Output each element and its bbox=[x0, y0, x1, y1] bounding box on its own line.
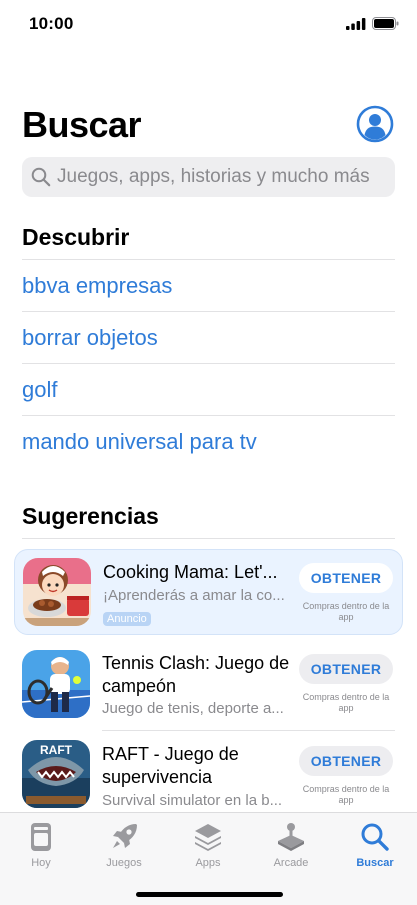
search-icon bbox=[31, 167, 51, 187]
raft-logo-text: RAFT bbox=[40, 743, 73, 757]
app-row[interactable]: Tennis Clash: Juego de campeón Juego de … bbox=[0, 648, 417, 728]
app-row-ad[interactable]: Cooking Mama: Let'... ¡Aprenderás a amar… bbox=[14, 549, 403, 635]
discover-item[interactable]: mando universal para tv bbox=[22, 429, 257, 455]
rocket-icon bbox=[113, 824, 137, 848]
get-button[interactable]: OBTENER bbox=[299, 654, 393, 684]
in-app-purchases-note: Compras dentro de la app bbox=[302, 692, 390, 713]
get-button[interactable]: OBTENER bbox=[299, 563, 393, 593]
divider bbox=[22, 259, 395, 260]
home-indicator bbox=[136, 892, 283, 897]
today-icon bbox=[31, 823, 51, 851]
battery-icon bbox=[372, 17, 399, 30]
tab-search[interactable]: Buscar bbox=[340, 821, 410, 869]
discover-item[interactable]: borrar objetos bbox=[22, 325, 158, 351]
tab-label: Buscar bbox=[356, 857, 394, 869]
divider bbox=[22, 415, 395, 416]
ad-badge: Anuncio bbox=[103, 612, 151, 626]
tab-today[interactable]: Hoy bbox=[6, 821, 76, 869]
raft-app-icon: RAFT bbox=[22, 740, 90, 808]
tab-games[interactable]: Juegos bbox=[89, 821, 159, 869]
app-subtitle: Juego de tenis, deporte a... bbox=[102, 700, 284, 717]
divider bbox=[102, 730, 395, 731]
joystick-icon bbox=[278, 823, 304, 851]
tab-label: Arcade bbox=[273, 857, 309, 869]
layers-icon bbox=[195, 824, 221, 851]
app-subtitle: ¡Aprenderás a amar la co... bbox=[103, 587, 285, 604]
tennis-clash-app-icon bbox=[22, 650, 90, 718]
get-button[interactable]: OBTENER bbox=[299, 746, 393, 776]
suggestions-title: Sugerencias bbox=[22, 503, 159, 529]
discover-item[interactable]: golf bbox=[22, 377, 57, 403]
search-input[interactable] bbox=[57, 166, 387, 188]
app-name: Tennis Clash: Juego de campeón bbox=[102, 653, 290, 696]
tab-label: Hoy bbox=[31, 857, 51, 869]
in-app-purchases-note: Compras dentro de la app bbox=[302, 784, 390, 805]
app-name: Cooking Mama: Let'... bbox=[103, 562, 278, 582]
tab-arcade[interactable]: Arcade bbox=[256, 821, 326, 869]
app-row[interactable]: RAFT RAFT - Juego de supervivencia Survi… bbox=[0, 740, 417, 810]
tab-apps[interactable]: Apps bbox=[173, 821, 243, 869]
divider bbox=[22, 363, 395, 364]
search-icon bbox=[361, 823, 389, 851]
tab-label: Apps bbox=[195, 857, 221, 869]
divider bbox=[22, 538, 395, 539]
divider bbox=[22, 311, 395, 312]
discover-item[interactable]: bbva empresas bbox=[22, 273, 172, 299]
account-icon[interactable] bbox=[356, 105, 394, 143]
search-bar[interactable] bbox=[22, 157, 395, 197]
status-bar: 10:00 bbox=[0, 0, 417, 50]
in-app-purchases-note: Compras dentro de la app bbox=[302, 601, 390, 622]
page-title: Buscar bbox=[22, 104, 142, 145]
tab-label: Juegos bbox=[106, 857, 142, 869]
status-icons bbox=[346, 17, 399, 30]
tab-bar: Hoy Juegos Apps Arcade Buscar bbox=[0, 812, 417, 905]
app-name: RAFT - Juego de supervivencia bbox=[102, 744, 239, 787]
signal-icon bbox=[346, 17, 366, 30]
discover-title: Descubrir bbox=[22, 224, 130, 250]
cooking-mama-app-icon bbox=[23, 558, 91, 626]
status-time: 10:00 bbox=[29, 14, 74, 33]
app-subtitle: Survival simulator en la b... bbox=[102, 792, 283, 809]
